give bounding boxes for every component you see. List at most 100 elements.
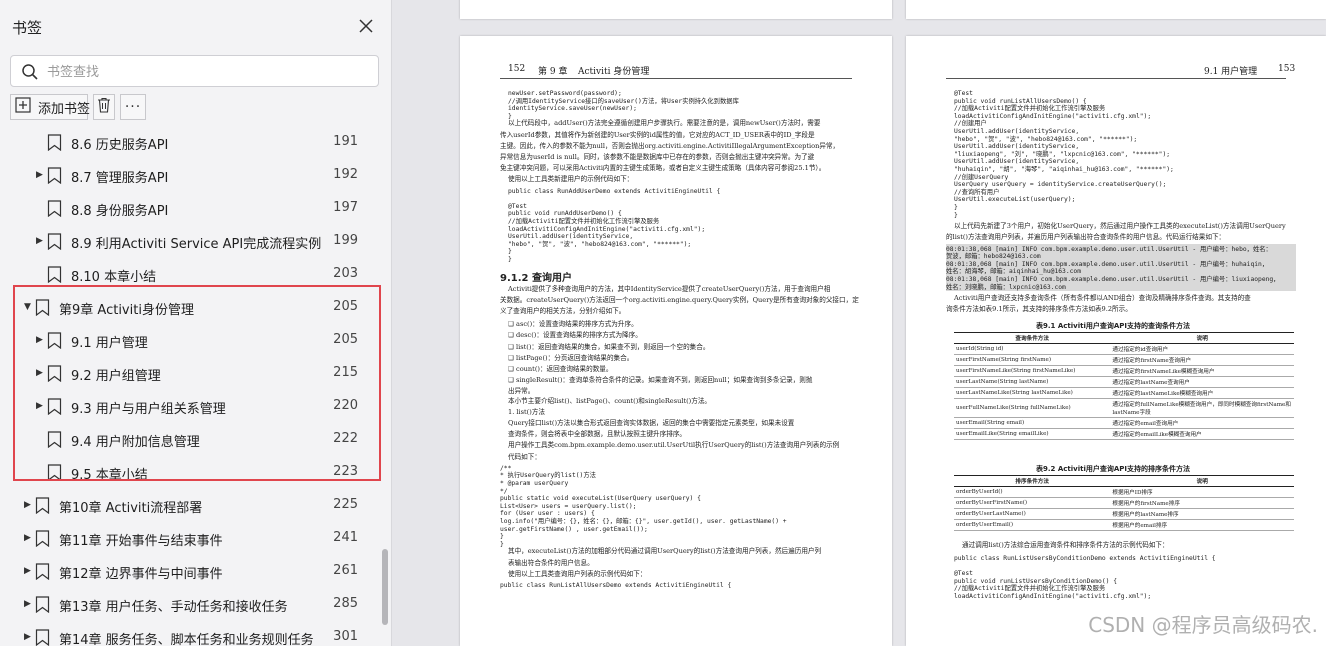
page-152: 152 第 9 章 Activiti 身份管理 newUser.setPassw… [460,36,892,646]
bookmark-item[interactable]: ▶ 第10章 Activiti流程部署 225 [0,489,380,522]
expand-arrow-icon[interactable]: ▶ [24,632,34,642]
table-cell: 通过指定的email查询用户 [1110,417,1294,429]
table-header-cell: 排序条件方法 [954,475,1111,487]
bullet-box-icon: ❑ [508,320,517,329]
table-cell: 通过指定的firstName查询用户 [1110,354,1294,366]
bookmark-item[interactable]: 8.8 身份服务API 197 [0,192,380,225]
text-line: 主键。因此，传入的参数不能为null，否则会抛出org.activiti.eng… [500,141,840,150]
sidebar-scrollbar-thumb[interactable] [382,549,388,625]
bullet-box-icon: ❑ [508,376,517,385]
bookmark-item[interactable]: ▶ 第12章 边界事件与中间事件 261 [0,555,380,588]
bookmark-page-number: 191 [333,134,358,149]
log-line: 姓名：刘晓鹏，邮箱：lxpcnic@163.com [946,283,1066,291]
bookmark-page-number: 261 [333,563,358,578]
document-viewport[interactable]: 152 第 9 章 Activiti 身份管理 newUser.setPassw… [392,0,1326,646]
table-cell: 根据用户的firstName排序 [1110,497,1294,509]
code-line: identityService.saveUser(newUser); [508,105,637,113]
code-line: loadActivitiConfigAndInitEngine("activit… [954,593,1152,600]
delete-bookmark-button[interactable] [93,94,115,120]
table-cell: 根据用户的email排序 [1110,519,1294,531]
text-line: 查询条件，则会将表中全部数据，且默认按照主键升序排序。 [508,430,687,439]
text-line: Activiti提供了多种查询用户的方法，其中IdentityService提供… [508,284,831,293]
bullet-text: list()：返回查询结果的集合，如果查不到，则返回一个空的集合。 [516,342,710,351]
previous-right-page [906,0,1326,19]
text-line: 异常信息为userId is null。同时，该参数不能是数据库中已存在的参数，… [500,153,815,161]
bookmark-page-number: 285 [333,596,358,611]
bullet-box-icon: ❑ [508,342,517,351]
sidebar-title: 书签 [12,19,43,37]
header-rule [500,78,852,79]
bookmark-page-number: 197 [333,200,358,215]
table-cell: orderByUserId() [954,486,1111,498]
bookmark-label: 第11章 开始事件与结束事件 [59,534,223,549]
text-line: 关数据。createUserQuery()方法返回一个org.activiti.… [500,295,859,304]
bookmark-page-number: 203 [333,266,358,281]
table-row: userFirstName(String firstName) 通过指定的firs… [954,354,1294,366]
expand-arrow-icon[interactable]: ▶ [24,500,34,510]
table-cell: userLastName(String lastName) [954,376,1111,388]
bookmark-item[interactable]: ▶ 第14章 服务任务、脚本任务和业务规则任务 301 [0,621,380,646]
more-options-button[interactable]: ··· [120,94,146,120]
expand-arrow-icon[interactable]: ▶ [24,533,34,543]
bullet-item: ❑ asc()：设置查询结果的排序方式为升序。 [508,318,638,328]
table-cell: 通过指定的lastName查询用户 [1110,376,1294,388]
bookmark-search-input[interactable] [47,61,367,83]
table-cell: userFullNameLike(String fullNameLike) [954,398,1111,418]
table-cell: orderByUserFirstName() [954,497,1111,509]
table-cell: userId(String id) [954,343,1111,355]
expand-arrow-icon[interactable]: ▶ [24,566,34,576]
expand-arrow-icon[interactable]: ▶ [36,170,46,180]
bookmark-page-number: 199 [333,233,358,248]
table-row: userFirstNameLike(String firstNameLike) 通… [954,365,1294,377]
code-line: public class RunListUsersByConditionDemo… [954,555,1216,562]
bookmark-icon [35,497,50,515]
table-row: orderByUserLastName() 根据用户的lastName排序 [954,508,1294,520]
bookmark-label: 8.8 身份服务API [71,204,169,219]
bookmark-icon [35,596,50,614]
bullet-item: ❑ count()：返回查询结果的数量。 [508,363,613,373]
code-line: } [500,540,504,548]
table-row: orderByUserEmail() 根据用户的email排序 [954,519,1294,531]
previous-left-page [460,0,892,19]
text-line: 询条件方法如表9.1所示，其支持的排序条件方法如表9.2所示。 [946,305,1132,314]
bookmark-item[interactable]: ▶ 第13章 用户任务、手动任务和接收任务 285 [0,588,380,621]
bookmark-search-box[interactable] [10,55,379,87]
add-bookmark-icon [15,97,31,117]
bookmark-sidebar: 书签 添加书签 ··· 8.6 历史服务API 191 ▶ 8.7 管理服务API 19… [0,0,392,646]
bookmark-icon [47,266,62,284]
table-cell: userFirstNameLike(String firstNameLike) [954,365,1111,377]
code-line: public class RunAddUserDemo extends Acti… [508,187,721,195]
add-bookmark-button[interactable]: 添加书签 [10,94,90,120]
bookmark-item[interactable]: ▶ 8.7 管理服务API 192 [0,159,380,192]
bullet-item: ❑ desc()：设置查询结果的排序方式为降序。 [508,329,642,339]
bullet-text: 出异常。 [508,387,535,396]
bookmark-item[interactable]: ▶ 第11章 开始事件与结束事件 241 [0,522,380,555]
search-icon [21,63,39,81]
bookmark-item[interactable]: 8.6 历史服务API 191 [0,126,380,159]
bookmark-page-number: 225 [333,497,358,512]
table-cell: userLastNameLike(String lastNameLike) [954,387,1111,399]
bookmark-item[interactable]: ▶ 8.9 利用Activiti Service API完成流程实例 199 [0,225,380,258]
expand-arrow-icon[interactable]: ▶ [24,599,34,609]
close-icon[interactable] [356,16,376,36]
bullet-box-icon: ❑ [508,353,517,362]
page-chapter: 第 9 章 [538,67,568,77]
page-chapter-title: Activiti 身份管理 [578,67,650,77]
trash-icon [97,97,111,117]
bookmark-label: 8.10 本章小结 [71,270,157,285]
table-row: userEmailLike(String emailLike) 通过指定的emai… [954,428,1294,440]
table-header-cell: 说明 [1110,475,1294,487]
code-line: * @param userQuery [500,480,569,487]
expand-arrow-icon[interactable]: ▶ [36,236,46,246]
table-row: userLastNameLike(String lastNameLike) 通过指… [954,387,1294,399]
text-line: 其中，executeList()方法的加粗部分代码通过调用UserQuery的l… [508,547,822,556]
table-cell: 通过指定的lastNameLike模糊查询用户 [1110,387,1294,399]
bookmark-icon [47,200,62,218]
bullet-item: 出异常。 [508,385,534,395]
table-cell: orderByUserEmail() [954,519,1111,531]
code-line: } [954,211,958,219]
text-line: 免主键冲突问题，可以采用Activiti内置的主键生成策略，或者自定义主键生成策… [500,164,826,173]
table-row: orderByUserFirstName() 根据用户的firstName排序 [954,497,1294,509]
api-table: 查询条件方法 说明 userId(String id) 通过指定的id查询用户 user… [954,331,1294,440]
page-header-title: 9.1 用户管理 [1204,67,1258,77]
